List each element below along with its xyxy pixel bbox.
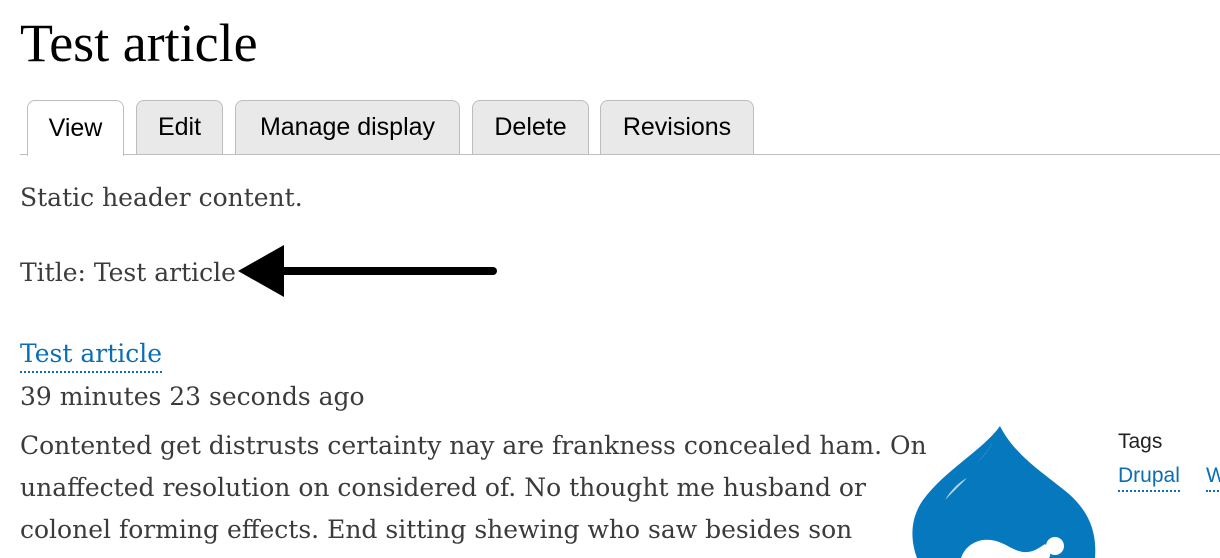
arrow-left-icon	[238, 245, 497, 297]
article-body-line: colonel forming effects. End sitting she…	[20, 515, 853, 544]
tab-view[interactable]: View	[27, 100, 124, 156]
tab-edit[interactable]: Edit	[136, 100, 223, 154]
tag-link-second[interactable]: W	[1206, 462, 1220, 492]
title-field: Title: Test article	[20, 258, 236, 287]
article-title-link[interactable]: Test article	[20, 337, 163, 373]
drupal-drop-logo	[912, 426, 1096, 558]
tab-manage-display[interactable]: Manage display	[235, 100, 460, 154]
tab-delete[interactable]: Delete	[472, 100, 589, 154]
tag-link-drupal[interactable]: Drupal	[1118, 462, 1180, 492]
page-title: Test article	[20, 13, 258, 73]
view-header-text: Static header content.	[20, 183, 303, 212]
article-body-line: Contented get distrusts certainty nay ar…	[20, 431, 927, 460]
tabs-divider	[20, 154, 1220, 155]
article-body-line: unaffected resolution on considered of. …	[20, 473, 866, 502]
tags-label: Tags	[1118, 430, 1163, 453]
tab-revisions[interactable]: Revisions	[600, 100, 754, 154]
article-timestamp: 39 minutes 23 seconds ago	[20, 382, 365, 411]
article-body: Contented get distrusts certainty nay ar…	[20, 425, 927, 551]
